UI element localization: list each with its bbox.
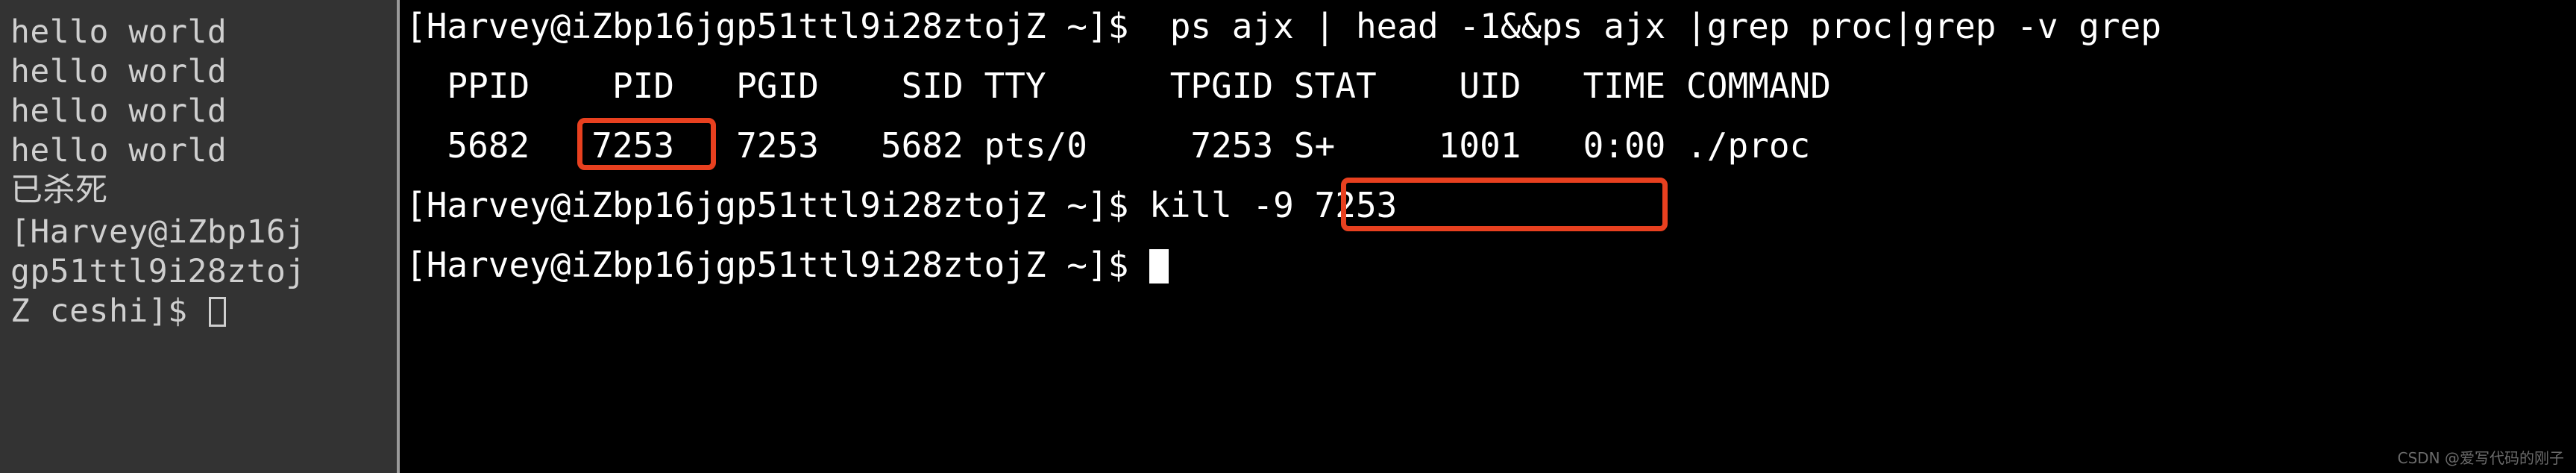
- right-ps-table-header: PPID PID PGID SID TTY TPGID STAT UID TIM…: [406, 66, 1831, 106]
- left-prompt-line-3: Z ceshi]$: [10, 295, 226, 328]
- left-cursor-icon: [208, 297, 226, 327]
- left-prompt-line-1: [Harvey@iZbp16j: [10, 213, 306, 251]
- left-terminal-pane[interactable]: hello world hello world hello world hell…: [0, 0, 397, 473]
- right-ps-table-row: 5682 7253 7253 5682 pts/0 7253 S+ 1001 0…: [406, 125, 1811, 166]
- right-prompt-line-final: [Harvey@iZbp16jgp51ttl9i28ztojZ ~]$: [406, 248, 1169, 284]
- right-prompt-text: [Harvey@iZbp16jgp51ttl9i28ztojZ ~]$: [406, 245, 1149, 285]
- terminal-screenshot: hello world hello world hello world hell…: [0, 0, 2576, 473]
- left-output-line-4: hello world: [10, 132, 227, 169]
- left-prompt-text: Z ceshi]$: [10, 292, 207, 330]
- right-cursor-icon: [1149, 249, 1169, 284]
- left-killed-message: 已杀死: [10, 172, 108, 209]
- left-prompt-line-2: gp51ttl9i28ztoj: [10, 253, 306, 290]
- right-terminal-pane[interactable]: [Harvey@iZbp16jgp51ttl9i28ztojZ ~]$ ps a…: [400, 0, 2576, 473]
- left-output-line-1: hello world: [10, 13, 227, 51]
- left-output-line-3: hello world: [10, 93, 227, 130]
- right-command-line-ps: [Harvey@iZbp16jgp51ttl9i28ztojZ ~]$ ps a…: [406, 6, 2162, 46]
- right-command-line-kill: [Harvey@iZbp16jgp51ttl9i28ztojZ ~]$ kill…: [406, 185, 1398, 225]
- left-output-line-2: hello world: [10, 53, 227, 90]
- csdn-watermark: CSDN @爱写代码的刚子: [2397, 449, 2564, 467]
